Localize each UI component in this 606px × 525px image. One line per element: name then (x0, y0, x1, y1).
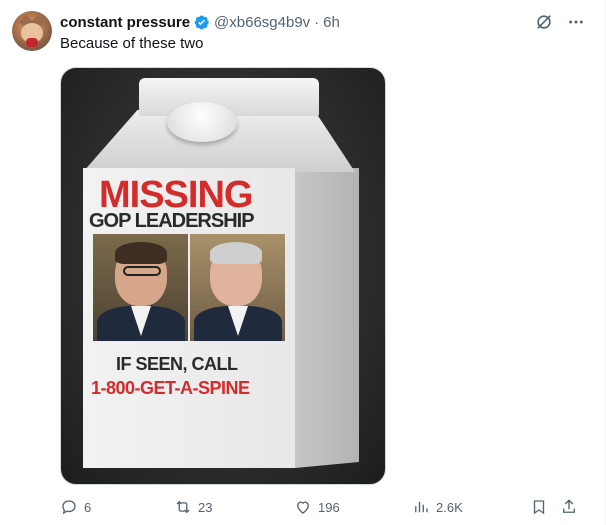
avatar[interactable] (12, 11, 52, 51)
tweet[interactable]: constant pressure @xb66sg4b9v · 6h Becau… (0, 0, 606, 525)
display-name[interactable]: constant pressure (60, 14, 190, 31)
reply-count: 6 (84, 499, 92, 515)
reply-icon (62, 500, 76, 515)
tweet-header: constant pressure @xb66sg4b9v · 6h (60, 12, 340, 32)
like-count: 196 (318, 499, 340, 515)
top-icons (535, 13, 585, 31)
verified-badge-icon (193, 14, 210, 31)
repost-icon (176, 500, 190, 514)
handle[interactable]: @xb66sg4b9v (214, 14, 310, 31)
separator: · (314, 13, 320, 31)
image-phone: 1-800-GET-A-SPINE (91, 378, 250, 398)
repost-button[interactable]: 23 (174, 498, 212, 516)
bookmark-icon (533, 500, 545, 515)
image-call-line: IF SEEN, CALL (116, 354, 238, 374)
tweet-text: Because of these two (60, 35, 204, 52)
carton-side (295, 168, 359, 468)
share-button[interactable] (560, 498, 578, 516)
more-icon[interactable] (567, 13, 585, 31)
views-button[interactable]: 2.6K (412, 498, 463, 516)
image-photos (93, 234, 285, 341)
reply-button[interactable]: 6 (60, 498, 91, 516)
carton-cap (167, 102, 237, 142)
view-count: 2.6K (436, 499, 463, 515)
tweet-image[interactable]: MISSING GOP LEADERSHIP IF SEEN, CALL 1-8… (60, 67, 386, 485)
image-subheadline: GOP LEADERSHIP (89, 210, 255, 232)
photo-left (93, 234, 188, 341)
timestamp[interactable]: 6h (323, 14, 340, 31)
grok-icon[interactable] (535, 13, 553, 31)
action-bar: 6 23 196 2.6K (60, 498, 582, 518)
share-icon (563, 499, 575, 513)
photo-right (190, 234, 285, 341)
bookmark-button[interactable] (530, 498, 548, 516)
like-button[interactable]: 196 (294, 498, 340, 516)
like-icon (297, 501, 309, 514)
views-icon (415, 501, 428, 513)
repost-count: 23 (198, 499, 213, 515)
